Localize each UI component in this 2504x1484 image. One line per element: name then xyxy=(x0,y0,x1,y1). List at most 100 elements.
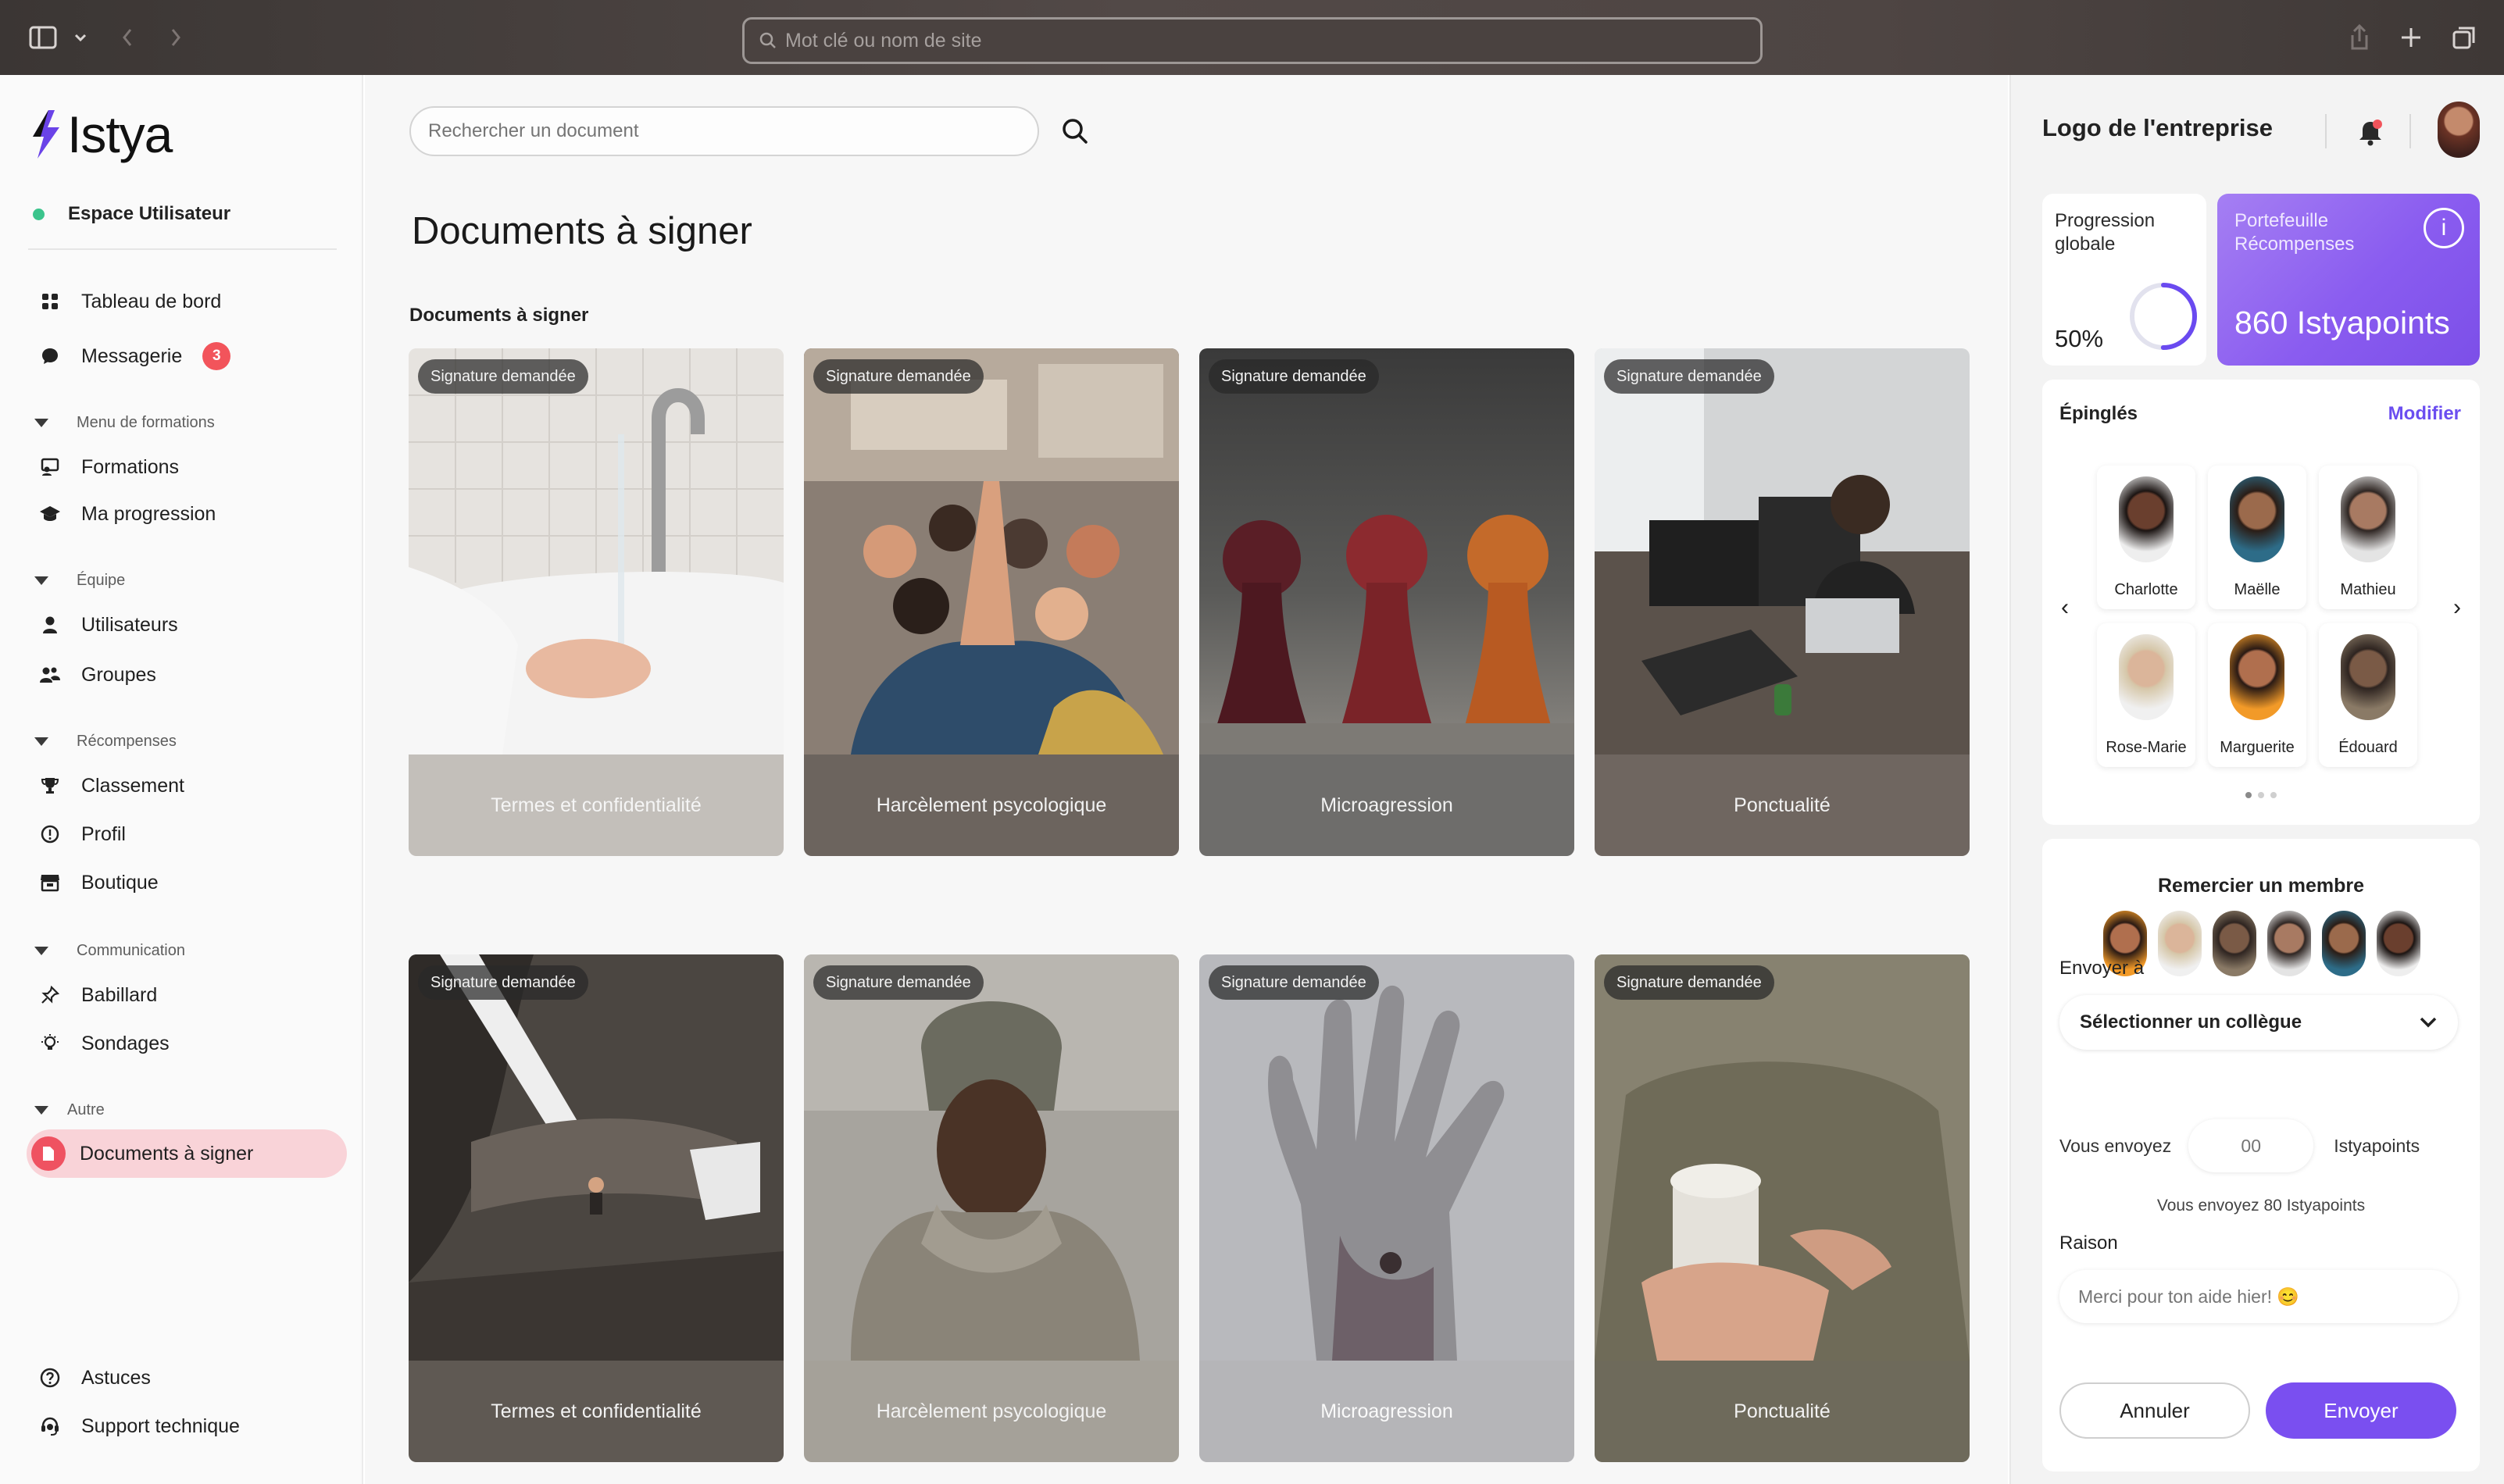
search-icon xyxy=(759,32,776,48)
card-image xyxy=(804,954,1179,1361)
divider xyxy=(2409,114,2411,148)
card-footer: Microagression xyxy=(1199,1361,1574,1462)
member-avatar[interactable] xyxy=(2322,911,2366,976)
card-footer: Ponctualité xyxy=(1595,754,1970,856)
brand-name: Istya xyxy=(67,105,173,163)
pinned-member[interactable]: Maëlle xyxy=(2208,466,2306,609)
nav-progress[interactable]: Ma progression xyxy=(28,492,216,536)
section-communication[interactable]: Communication xyxy=(34,942,185,960)
forward-icon[interactable] xyxy=(164,20,188,55)
nav-tips-label: Astuces xyxy=(81,1366,151,1389)
points-amount-input[interactable] xyxy=(2188,1119,2314,1172)
notification-bell-icon[interactable] xyxy=(2353,116,2388,150)
card-footer: Harcèlement psycologique xyxy=(804,754,1179,856)
sidebar-toggle-icon[interactable] xyxy=(23,20,63,55)
nav-documents-label: Documents à signer xyxy=(80,1142,254,1165)
chevron-right-icon[interactable]: › xyxy=(2444,594,2470,621)
cancel-button[interactable]: Annuler xyxy=(2059,1382,2250,1439)
nav-dashboard[interactable]: Tableau de bord xyxy=(28,280,221,323)
nav-messages[interactable]: Messagerie 3 xyxy=(28,334,231,378)
card-title: Ponctualité xyxy=(1734,1400,1831,1422)
chevron-down-icon xyxy=(2420,1017,2437,1028)
info-icon[interactable]: i xyxy=(2424,208,2464,248)
pinned-member[interactable]: Marguerite xyxy=(2208,623,2306,767)
nav-users-label: Utilisateurs xyxy=(81,613,178,636)
member-avatar[interactable] xyxy=(2158,911,2202,976)
document-card[interactable]: Harcèlement psycologique Signature deman… xyxy=(804,348,1179,856)
progress-value: 50% xyxy=(2055,325,2104,352)
caret-down-icon xyxy=(34,947,48,955)
brand-logo[interactable]: Istya xyxy=(28,105,173,164)
wallet-label: Portefeuille Récompenses xyxy=(2234,210,2355,255)
address-bar[interactable]: Mot clé ou nom de site xyxy=(742,17,1763,64)
nav-tips[interactable]: Astuces xyxy=(28,1356,151,1400)
nav-dashboard-label: Tableau de bord xyxy=(81,290,222,312)
document-card[interactable]: Harcèlement psycologique Signature deman… xyxy=(804,954,1179,1462)
edit-pinned-link[interactable]: Modifier xyxy=(2388,403,2461,425)
card-title: Harcèlement psycologique xyxy=(876,794,1107,816)
signature-requested-badge: Signature demandée xyxy=(1209,965,1379,1000)
nav-progress-label: Ma progression xyxy=(81,502,216,525)
signature-requested-badge: Signature demandée xyxy=(1209,359,1379,394)
nav-profile[interactable]: Profil xyxy=(28,812,126,856)
caret-down-icon xyxy=(34,737,48,746)
nav-ranking[interactable]: Classement xyxy=(28,764,184,808)
nav-shop[interactable]: Boutique xyxy=(28,861,159,904)
member-avatar[interactable] xyxy=(2377,911,2420,976)
share-icon[interactable] xyxy=(2344,20,2375,55)
reason-input[interactable] xyxy=(2059,1270,2458,1323)
send-button[interactable]: Envoyer xyxy=(2266,1382,2456,1439)
new-tab-icon[interactable] xyxy=(2395,20,2427,55)
section-rewards[interactable]: Récompenses xyxy=(34,733,177,751)
chevron-left-icon[interactable]: ‹ xyxy=(2052,594,2078,621)
member-avatar[interactable] xyxy=(2213,911,2256,976)
document-card[interactable]: Ponctualité Signature demandée xyxy=(1595,954,1970,1462)
pinned-member[interactable]: Rose-Marie xyxy=(2097,623,2195,767)
nav-groups[interactable]: Groupes xyxy=(28,653,156,697)
pinned-member[interactable]: Charlotte xyxy=(2097,466,2195,609)
nav-users[interactable]: Utilisateurs xyxy=(28,603,178,647)
store-icon xyxy=(28,861,72,904)
caret-down-icon xyxy=(34,419,48,427)
document-card[interactable]: Microagression Signature demandée xyxy=(1199,954,1574,1462)
search-icon[interactable] xyxy=(1058,114,1092,148)
card-footer: Harcèlement psycologique xyxy=(804,1361,1179,1462)
nav-board[interactable]: Babillard xyxy=(28,973,157,1017)
nav-surveys[interactable]: Sondages xyxy=(28,1022,170,1065)
card-title: Harcèlement psycologique xyxy=(876,1400,1107,1422)
card-title: Microagression xyxy=(1320,1400,1453,1422)
carousel-pagination[interactable] xyxy=(2042,792,2480,798)
chat-bubble-icon xyxy=(28,334,72,378)
rewards-wallet-card[interactable]: Portefeuille Récompenses i 860 Istyapoin… xyxy=(2217,194,2480,366)
send-summary: Vous envoyez 80 Istyapoints xyxy=(2156,1197,2366,1215)
document-search-input[interactable] xyxy=(409,106,1039,156)
back-icon[interactable] xyxy=(116,20,139,55)
signature-requested-badge: Signature demandée xyxy=(1604,965,1774,1000)
chevron-down-icon[interactable] xyxy=(69,20,92,55)
user-avatar[interactable] xyxy=(2438,102,2480,158)
address-placeholder: Mot clé ou nom de site xyxy=(785,29,982,52)
nav-support[interactable]: Support technique xyxy=(28,1404,240,1448)
document-card[interactable]: Microagression Signature demandée xyxy=(1199,348,1574,856)
document-card[interactable]: Ponctualité Signature demandée xyxy=(1595,348,1970,856)
signature-requested-badge: Signature demandée xyxy=(1604,359,1774,394)
user-space[interactable]: Espace Utilisateur xyxy=(33,203,336,225)
section-other[interactable]: Autre xyxy=(34,1101,105,1119)
colleague-select[interactable]: Sélectionner un collègue xyxy=(2059,995,2458,1050)
pinned-member[interactable]: Mathieu xyxy=(2319,466,2417,609)
nav-trainings-label: Formations xyxy=(81,455,180,478)
section-trainings[interactable]: Menu de formations xyxy=(34,414,215,432)
right-panel: Logo de l'entreprise Progression globale… xyxy=(2009,75,2504,1484)
divider xyxy=(28,248,337,250)
pinned-member[interactable]: Édouard xyxy=(2319,623,2417,767)
nav-trainings[interactable]: Formations xyxy=(28,445,179,489)
tabs-overview-icon[interactable] xyxy=(2449,20,2480,55)
global-progress-card: Progression globale 50% xyxy=(2042,194,2206,366)
section-team[interactable]: Équipe xyxy=(34,572,125,590)
nav-documents[interactable]: Documents à signer xyxy=(27,1132,253,1175)
card-image xyxy=(1595,954,1970,1361)
member-name: Mathieu xyxy=(2340,581,2396,598)
document-card[interactable]: Termes et confidentialité Signature dema… xyxy=(409,954,784,1462)
document-card[interactable]: Termes et confidentialité Signature dema… xyxy=(409,348,784,856)
member-avatar[interactable] xyxy=(2267,911,2311,976)
